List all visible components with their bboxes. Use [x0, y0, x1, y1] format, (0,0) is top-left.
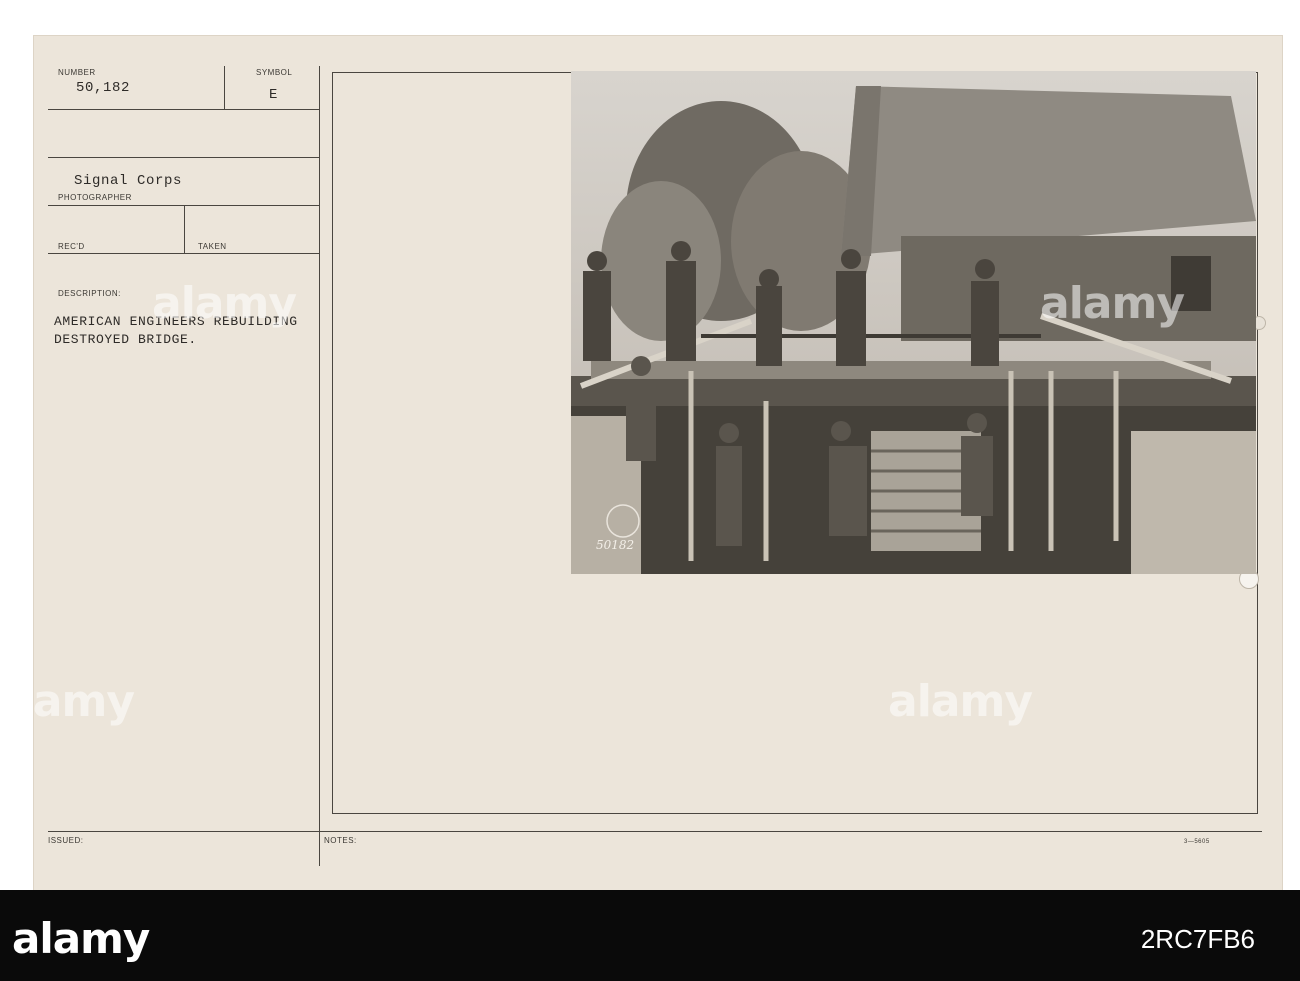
divider [319, 66, 320, 866]
footer-image-code: 2RC7FB6 [1140, 924, 1255, 954]
divider [184, 205, 185, 253]
notes-label: NOTES: [324, 836, 357, 845]
divider [48, 831, 1262, 832]
divider [224, 66, 225, 110]
watermark-text: alamy [0, 676, 135, 727]
description-label: DESCRIPTION: [58, 289, 121, 298]
issued-label: ISSUED: [48, 836, 84, 845]
symbol-label: SYMBOL [256, 68, 293, 77]
divider [48, 253, 320, 254]
divider [48, 109, 320, 110]
photo-stamp: SIGNAL CORPS U.S.A. [600, 510, 601, 511]
photographer-value: Signal Corps [74, 173, 183, 189]
divider [48, 157, 320, 158]
recd-label: REC'D [58, 242, 85, 251]
watermark-text: alamy [152, 278, 297, 329]
watermark-text: alamy [888, 676, 1033, 727]
number-label: NUMBER [58, 68, 96, 77]
form-code: 3—5605 [1184, 839, 1210, 845]
number-value: 50,182 [76, 80, 131, 96]
photographer-label: PHOTOGRAPHER [58, 193, 132, 202]
description-line-2: DESTROYED BRIDGE. [54, 332, 197, 347]
watermark-text: alamy [1040, 278, 1185, 329]
footer-bar [0, 890, 1300, 981]
taken-label: TAKEN [198, 242, 227, 251]
symbol-value: E [269, 87, 279, 103]
photo-handwritten-number: 50182 [596, 538, 635, 552]
footer-logo: alamy [12, 914, 150, 963]
